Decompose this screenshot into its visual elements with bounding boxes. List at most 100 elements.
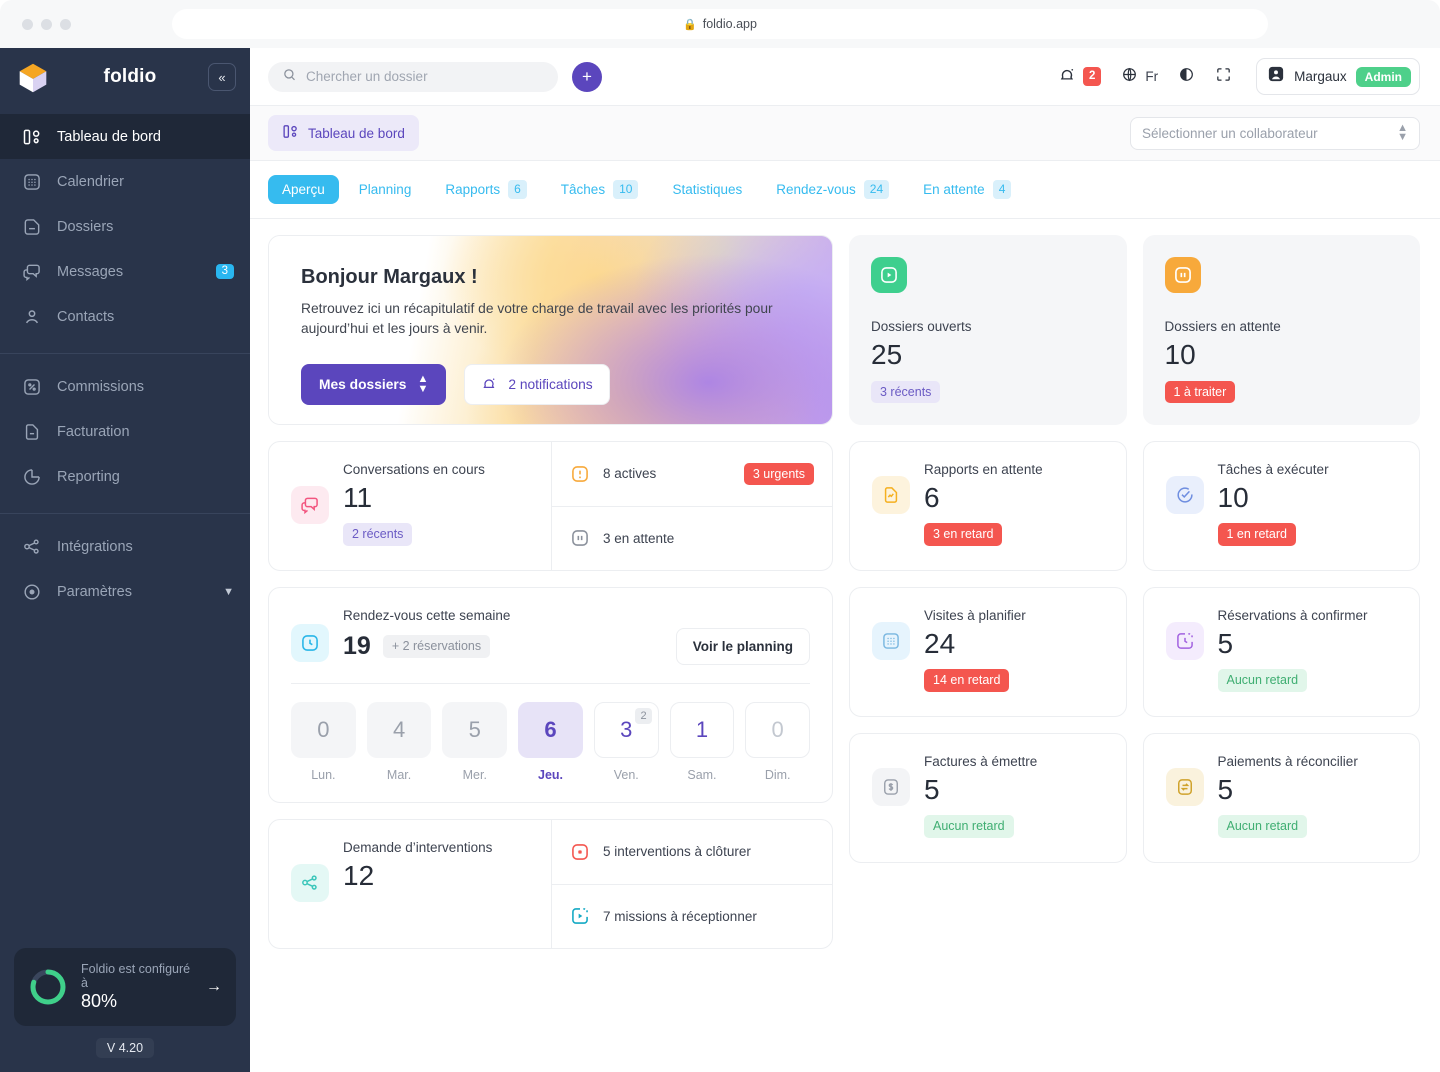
window-traffic-lights[interactable]: [22, 18, 71, 30]
notifications-button-hero[interactable]: 2 notifications: [464, 364, 610, 405]
day-label: Dim.: [764, 768, 791, 782]
sidebar-item-reporting[interactable]: Reporting: [0, 454, 250, 499]
tab-en-attente[interactable]: En attente 4: [909, 173, 1025, 206]
tab-taches[interactable]: Tâches 10: [547, 173, 653, 206]
reservations-a-confirmer-card[interactable]: Réservations à confirmer 5 Aucun retard: [1142, 587, 1420, 717]
day-mar[interactable]: 4 Mar.: [366, 702, 432, 782]
conversations-title: Conversations en cours: [343, 462, 485, 477]
paiements-value: 5: [1217, 774, 1234, 805]
interventions-row-missions[interactable]: 7 missions à réceptionner: [552, 883, 832, 949]
week-value: 19: [343, 632, 371, 660]
tab-rapports[interactable]: Rapports 6: [431, 173, 540, 206]
day-ven[interactable]: 3 2 Ven.: [593, 702, 659, 782]
day-dim[interactable]: 0 Dim.: [745, 702, 811, 782]
paiements-title: Paiements à réconcilier: [1217, 754, 1358, 769]
visites-value: 24: [924, 628, 956, 659]
interventions-row-cloturer[interactable]: 5 interventions à clôturer: [552, 820, 832, 884]
share-nodes-icon: [22, 537, 42, 557]
sidebar-item-calendrier[interactable]: Calendrier: [0, 159, 250, 204]
messages-icon: [22, 262, 42, 282]
sidebar-divider-1: [0, 353, 250, 354]
tab-apercu[interactable]: Aperçu: [268, 175, 339, 204]
lock-icon: 🔒: [683, 18, 697, 31]
day-lun[interactable]: 0 Lun.: [291, 702, 356, 782]
main-area: + 2: [250, 48, 1440, 1072]
conversations-summary: Conversations en cours 11 2 récents: [269, 442, 551, 570]
arrow-right-icon[interactable]: →: [206, 978, 222, 996]
search-input[interactable]: [306, 69, 544, 84]
taches-chip: 1 en retard: [1217, 523, 1296, 546]
conversations-row-active[interactable]: 8 actives 3 urgents: [552, 442, 832, 506]
sidebar-item-messages[interactable]: Messages 3: [0, 249, 250, 294]
calendar-grid-icon: [872, 622, 910, 660]
day-label: Mer.: [462, 768, 487, 782]
sidebar-item-facturation[interactable]: Facturation: [0, 409, 250, 454]
minimize-window-dot[interactable]: [41, 18, 52, 30]
day-count-box-wrapper: 3 2: [593, 702, 659, 758]
breadcrumb-label: Tableau de bord: [308, 125, 405, 141]
search-icon: [282, 67, 297, 87]
report-icon: [872, 476, 910, 514]
check-circle-icon: [1165, 476, 1204, 514]
interventions-title: Demande d’interventions: [343, 840, 493, 855]
tab-planning[interactable]: Planning: [345, 175, 426, 204]
sidebar-item-label: Intégrations: [57, 538, 133, 555]
sidebar-item-integrations[interactable]: Intégrations: [0, 524, 250, 569]
left-column: Bonjour Margaux ! Retrouvez ici un récap…: [268, 235, 833, 1052]
stop-square-icon: [570, 842, 590, 862]
visites-chip: 14 en retard: [924, 669, 1010, 692]
sidebar-item-parametres[interactable]: Paramètres ▼: [0, 569, 250, 614]
chevron-updown-icon: ▲ ▼: [417, 373, 429, 395]
day-sam[interactable]: 1 Sam.: [669, 702, 735, 782]
fullscreen-button[interactable]: [1215, 66, 1232, 88]
taches-a-executer-card[interactable]: Tâches à exécuter 10 1 en retard: [1142, 441, 1420, 571]
day-jeu[interactable]: 6 Jeu.: [518, 702, 583, 782]
mes-dossiers-button[interactable]: Mes dossiers ▲ ▼: [301, 364, 447, 405]
day-mer[interactable]: 5 Mer.: [442, 702, 508, 782]
address-bar[interactable]: 🔒 foldio.app: [172, 9, 1268, 39]
setup-progress-card[interactable]: Foldio est configuré à 80% →: [14, 948, 236, 1026]
sidebar: foldio « Tableau de bord Calendrier Doss…: [0, 48, 250, 1072]
theme-toggle-button[interactable]: [1178, 66, 1195, 88]
factures-a-emettre-card[interactable]: Factures à émettre 5 Aucun retard: [849, 733, 1127, 863]
language-switcher[interactable]: Fr: [1121, 66, 1158, 88]
add-button[interactable]: +: [572, 61, 602, 92]
voir-le-planning-button[interactable]: Voir le planning: [675, 628, 810, 665]
rapports-chip: 3 en retard: [924, 523, 1003, 546]
breadcrumb[interactable]: Tableau de bord: [268, 115, 419, 151]
conversations-value: 11: [343, 482, 373, 513]
user-role-badge: Admin: [1355, 66, 1411, 87]
sidebar-item-label: Tableau de bord: [57, 128, 161, 145]
visites-a-planifier-card[interactable]: Visites à planifier 24 14 en retard: [849, 587, 1127, 717]
week-header: Rendez-vous cette semaine 19 + 2 réserva…: [269, 588, 832, 665]
sidebar-item-dossiers[interactable]: Dossiers: [0, 204, 250, 249]
search-box[interactable]: [268, 61, 558, 92]
tab-rendez-vous[interactable]: Rendez-vous 24: [762, 173, 903, 206]
calendar-icon: [22, 172, 42, 192]
tab-statistiques[interactable]: Statistiques: [658, 175, 756, 204]
dossiers-en-attente-card[interactable]: Dossiers en attente 10 1 à traiter: [1142, 235, 1420, 425]
rapports-en-attente-card[interactable]: Rapports en attente 6 3 en retard: [849, 441, 1127, 571]
conversations-row-waiting[interactable]: 3 en attente: [552, 505, 832, 571]
user-menu[interactable]: Margaux Admin: [1256, 58, 1420, 95]
day-count-box: 4: [366, 702, 432, 758]
sidebar-item-commissions[interactable]: Commissions: [0, 364, 250, 409]
collaborator-select[interactable]: Sélectionner un collaborateur ▲ ▼: [1130, 116, 1420, 150]
pie-chart-icon: [22, 467, 42, 487]
factures-title: Factures à émettre: [924, 754, 1038, 769]
brand-name: foldio: [103, 66, 157, 87]
notifications-button[interactable]: 2: [1058, 65, 1102, 88]
dossiers-ouverts-card[interactable]: Dossiers ouverts 25 3 récents: [849, 235, 1127, 425]
sidebar-item-contacts[interactable]: Contacts: [0, 294, 250, 339]
paiements-a-reconcilier-card[interactable]: Paiements à réconcilier 5 Aucun retard: [1142, 733, 1420, 863]
app-shell: foldio « Tableau de bord Calendrier Doss…: [0, 48, 1440, 1072]
chevron-down-icon[interactable]: ▼: [223, 586, 234, 598]
maximize-window-dot[interactable]: [60, 18, 71, 30]
day-count-box: 1: [669, 702, 735, 758]
app-version: V 4.20: [95, 1038, 155, 1058]
welcome-card: Bonjour Margaux ! Retrouvez ici un récap…: [268, 235, 833, 425]
dossiers-en-attente-value: 10: [1164, 339, 1196, 371]
collapse-sidebar-button[interactable]: «: [208, 63, 236, 91]
close-window-dot[interactable]: [22, 18, 33, 30]
sidebar-item-tableau-de-bord[interactable]: Tableau de bord: [0, 114, 250, 159]
